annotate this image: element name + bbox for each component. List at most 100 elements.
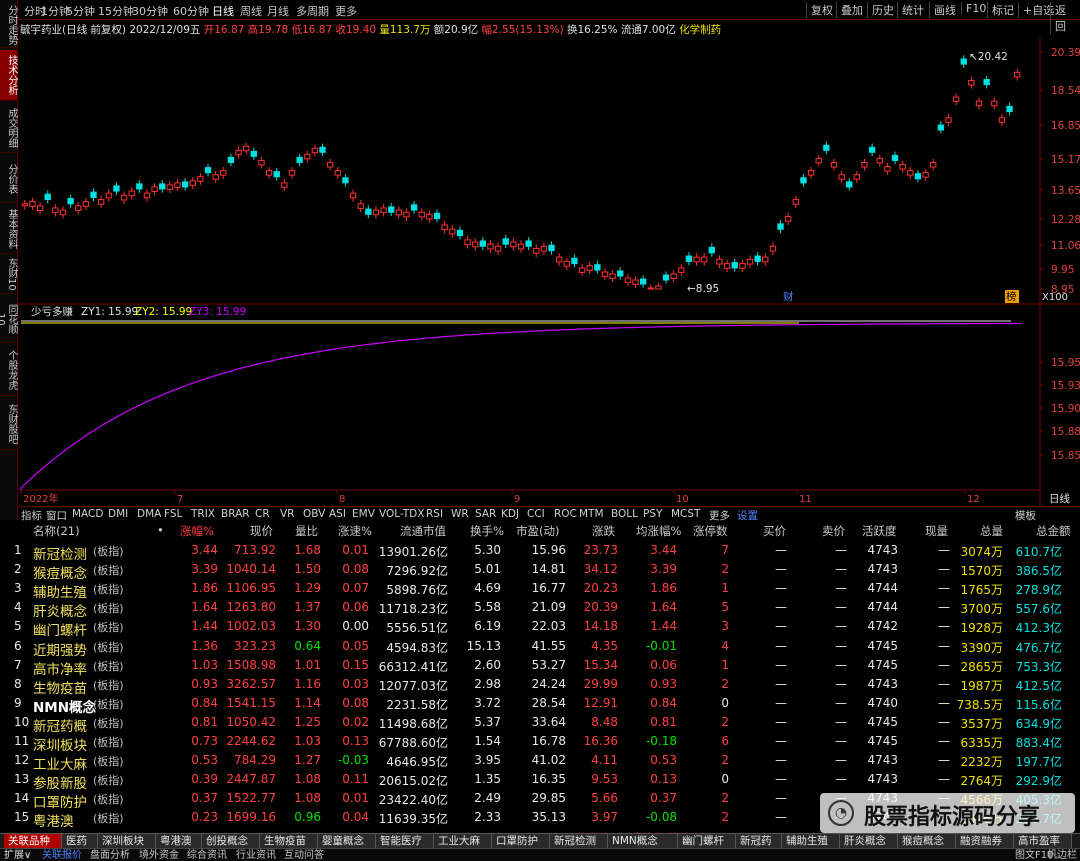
candle[interactable] <box>975 100 983 107</box>
candle[interactable] <box>998 117 1006 123</box>
candle[interactable] <box>960 58 967 65</box>
candle[interactable] <box>410 204 418 211</box>
candle[interactable] <box>357 203 364 209</box>
candle[interactable] <box>380 207 387 214</box>
indicator-button[interactable]: 更多 <box>709 508 730 523</box>
candle[interactable] <box>922 172 929 178</box>
left-nav-item[interactable]: 基本资料 <box>0 205 17 254</box>
candle[interactable] <box>762 256 769 263</box>
indicator-button[interactable]: PSY <box>643 508 662 520</box>
candle[interactable] <box>365 208 372 215</box>
candle[interactable] <box>36 205 44 212</box>
candle[interactable] <box>449 228 456 235</box>
candle[interactable] <box>288 170 296 176</box>
candle[interactable] <box>136 183 143 190</box>
related-tab[interactable]: 创投概念 <box>202 834 260 849</box>
candle[interactable] <box>189 180 196 186</box>
candle[interactable] <box>1014 71 1021 78</box>
candle[interactable] <box>181 181 189 188</box>
table-row[interactable]: 10 新冠药概 (板指) 0.81 1050.42 1.25 0.02 11498.68亿 5.… <box>0 713 1080 735</box>
status-item[interactable]: 盘面分析 <box>90 849 130 861</box>
column-header[interactable]: 换手% <box>470 523 504 539</box>
status-item[interactable]: 扩展∨ <box>4 849 31 861</box>
candle[interactable] <box>67 197 74 205</box>
candle[interactable] <box>235 149 242 156</box>
left-nav-item[interactable]: 分时走势 <box>0 2 17 48</box>
candle[interactable] <box>204 167 212 174</box>
indicator-button[interactable]: CCI <box>527 508 545 520</box>
candle[interactable] <box>731 262 738 269</box>
indicator-button[interactable]: FSL <box>164 508 182 520</box>
related-tab[interactable]: 肝炎概念 <box>840 834 898 849</box>
candle[interactable] <box>952 96 960 103</box>
period-tab[interactable]: 日线 <box>212 3 234 19</box>
candle[interactable] <box>342 177 349 184</box>
candle[interactable] <box>487 243 494 250</box>
related-tab[interactable]: NMN概念 <box>608 834 678 849</box>
table-row[interactable]: 9 NMN概念 (板指) 0.84 1541.15 1.14 0.08 2231.58亿 3.7… <box>0 694 1080 716</box>
table-row[interactable]: 8 生物疫苗 (板指) 0.93 3262.57 1.16 0.03 12077.03亿 2.9… <box>0 675 1080 697</box>
candle[interactable] <box>296 156 303 163</box>
sector[interactable]: 化学制药 <box>679 24 721 36</box>
period-tab[interactable]: 5分钟 <box>66 3 95 19</box>
candle[interactable] <box>891 154 899 161</box>
period-tab[interactable]: 多周期 <box>296 3 329 19</box>
candle[interactable] <box>617 270 624 277</box>
column-header[interactable]: 量比 <box>295 523 318 539</box>
candle[interactable] <box>21 203 28 207</box>
candle[interactable] <box>807 170 815 176</box>
related-tab[interactable]: 新冠检测 <box>550 834 608 849</box>
table-row[interactable]: 6 近期强势 (板指) 1.36 323.23 0.64 0.05 4594.83亿 15.13… <box>0 637 1080 659</box>
period-tab[interactable]: 月线 <box>267 3 289 19</box>
related-tab[interactable]: 深圳板块 <box>98 834 156 849</box>
candle[interactable] <box>548 244 555 252</box>
indicator-button[interactable]: CR <box>255 508 270 520</box>
candle[interactable] <box>853 174 861 180</box>
candle[interactable] <box>777 223 784 230</box>
candle[interactable] <box>830 161 838 168</box>
candle[interactable] <box>983 79 990 86</box>
table-row[interactable]: 13 参股新股 (板指) 0.39 2447.87 1.08 0.11 20615.02亿 1.… <box>0 770 1080 792</box>
candle[interactable] <box>701 256 708 263</box>
candle[interactable] <box>930 161 937 168</box>
candle[interactable] <box>418 211 425 218</box>
candle[interactable] <box>113 185 120 192</box>
table-row[interactable]: 2 猴痘概念 (板指) 3.39 1040.14 1.50 0.08 7296.92亿 5.01… <box>0 560 1080 582</box>
toolbar-button[interactable]: 统计 <box>897 2 928 18</box>
indicator-button[interactable]: ASI <box>329 508 346 520</box>
candle[interactable] <box>655 285 662 290</box>
indicator-button[interactable]: OBV <box>303 508 325 520</box>
candle[interactable] <box>59 209 67 216</box>
candle[interactable] <box>876 157 883 164</box>
period-tab[interactable]: 15分钟 <box>98 3 134 19</box>
candle[interactable] <box>563 260 570 267</box>
table-row[interactable]: 5 幽门螺杆 (板指) 1.44 1002.03 1.30 0.00 5556.51亿 6.19… <box>0 617 1080 639</box>
toolbar-button[interactable]: 叠加 <box>836 2 867 18</box>
candle[interactable] <box>97 199 105 205</box>
candle[interactable] <box>533 247 540 254</box>
related-tab[interactable]: 粤港澳 <box>156 834 202 849</box>
candle[interactable] <box>479 240 487 247</box>
candle[interactable] <box>159 183 166 190</box>
period-tab[interactable]: 周线 <box>240 3 262 19</box>
left-nav-item[interactable]: 技术分析 <box>0 50 17 101</box>
period-tab[interactable]: 更多 <box>335 3 357 19</box>
candle[interactable] <box>991 100 998 107</box>
candle[interactable] <box>678 267 685 273</box>
column-header[interactable]: 涨跌 <box>592 523 615 539</box>
candle[interactable] <box>281 182 288 188</box>
table-row[interactable]: 11 深圳板块 (板指) 0.73 2244.62 1.03 0.13 67788.60亿 1.… <box>0 732 1080 754</box>
candle[interactable] <box>846 181 853 188</box>
indicator-button[interactable]: RSI <box>426 508 443 520</box>
related-tab[interactable]: 关联品种 <box>4 834 62 849</box>
candle[interactable] <box>739 263 746 269</box>
candle[interactable] <box>1006 105 1013 113</box>
related-tab[interactable]: 生物疫苗 <box>260 834 318 849</box>
related-tab[interactable]: 医药 <box>62 834 98 849</box>
status-item[interactable]: 关联报价 <box>42 849 82 861</box>
column-header[interactable]: 涨停数 <box>693 523 728 539</box>
bang-marker[interactable]: 榜 <box>1006 290 1017 303</box>
candle[interactable] <box>472 241 479 248</box>
candle[interactable] <box>746 258 754 265</box>
indicator-button[interactable]: MTM <box>579 508 604 520</box>
